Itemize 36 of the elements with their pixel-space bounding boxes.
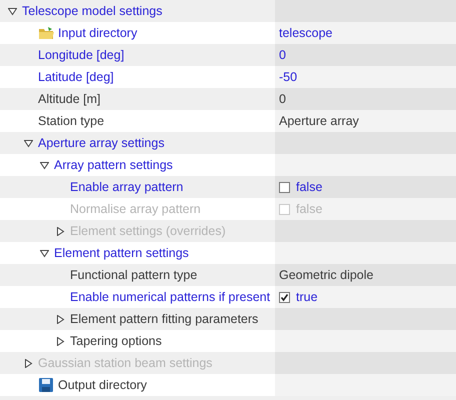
setting-label: Enable numerical patterns if present [70, 290, 270, 304]
expand-arrow-icon[interactable] [56, 336, 65, 346]
setting-value[interactable]: Aperture array [279, 114, 359, 128]
setting-label: Gaussian station beam settings [38, 356, 212, 370]
setting-label: Tapering options [70, 334, 162, 348]
collapse-arrow-icon[interactable] [40, 248, 49, 258]
setting-label: Element pattern settings [54, 246, 189, 260]
setting-label: Latitude [deg] [38, 70, 114, 84]
setting-value[interactable]: false [296, 180, 322, 194]
folder-icon [38, 26, 54, 40]
setting-label: Element settings (overrides) [70, 224, 226, 238]
setting-value[interactable]: -50 [279, 70, 298, 84]
collapse-arrow-icon[interactable] [8, 6, 17, 16]
setting-label: Functional pattern type [70, 268, 198, 282]
setting-label: Altitude [m] [38, 92, 101, 106]
setting-label: Telescope model settings [22, 4, 162, 18]
checkbox[interactable] [279, 182, 290, 192]
setting-label: Output directory [58, 378, 147, 392]
setting-label: Normalise array pattern [70, 202, 201, 216]
setting-value[interactable]: 0 [279, 48, 286, 62]
checkbox[interactable] [279, 292, 290, 302]
setting-label: Station type [38, 114, 104, 128]
setting-value[interactable]: 0 [279, 92, 286, 106]
collapse-arrow-icon[interactable] [24, 138, 33, 148]
setting-label: Enable array pattern [70, 180, 184, 194]
setting-value[interactable]: true [296, 290, 318, 304]
setting-label: Array pattern settings [54, 158, 173, 172]
setting-value[interactable]: Geometric dipole [279, 268, 374, 282]
expand-arrow-icon[interactable] [56, 314, 65, 324]
collapse-arrow-icon[interactable] [40, 160, 49, 170]
save-icon [38, 378, 54, 392]
setting-value[interactable]: telescope [279, 26, 333, 40]
setting-label: Element pattern fitting parameters [70, 312, 258, 326]
setting-label: Longitude [deg] [38, 48, 124, 62]
setting-label: Aperture array settings [38, 136, 164, 150]
setting-label: Input directory [58, 26, 138, 40]
